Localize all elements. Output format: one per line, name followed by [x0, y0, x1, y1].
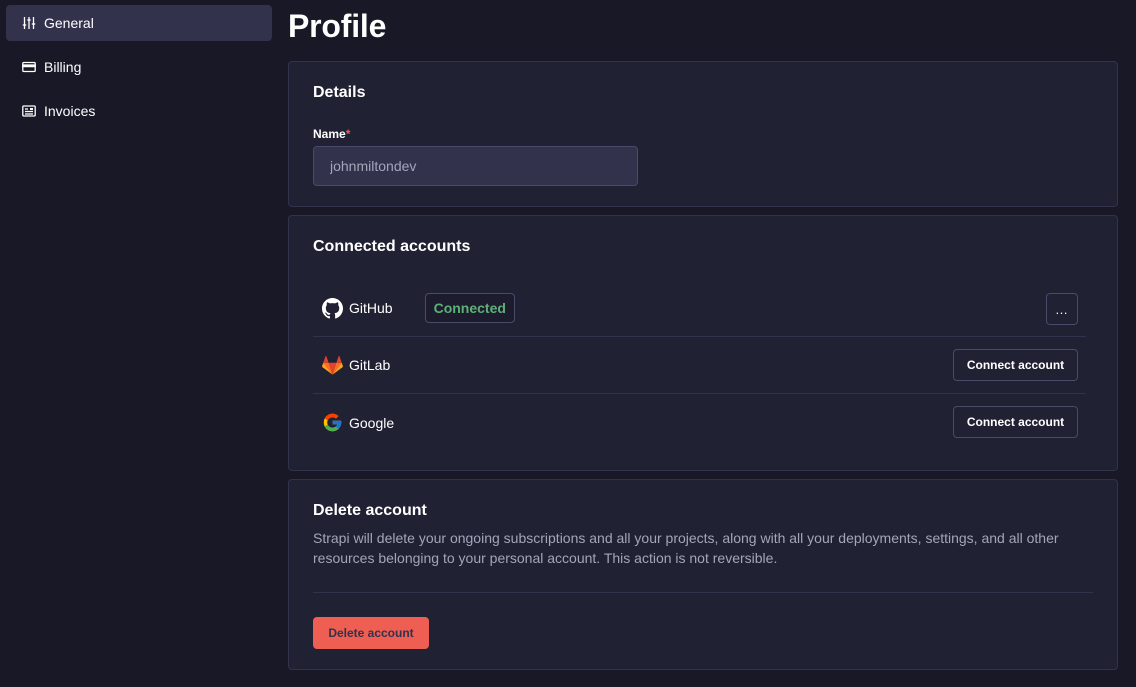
connect-google-button[interactable]: Connect account	[953, 406, 1078, 438]
details-card: Details Name*	[288, 61, 1118, 207]
connected-accounts-card: Connected accounts GitHub Connected … Gi…	[288, 215, 1118, 471]
sliders-icon	[22, 16, 36, 30]
page-title: Profile	[288, 8, 387, 44]
account-name: Google	[349, 414, 395, 431]
more-icon: …	[1055, 301, 1069, 317]
sidebar-item-billing[interactable]: Billing	[6, 49, 272, 85]
account-row-google: Google Connect account	[313, 394, 1086, 451]
account-row-github: GitHub Connected …	[313, 280, 1086, 337]
sidebar-item-label: Billing	[44, 59, 82, 75]
sidebar-item-label: Invoices	[44, 103, 96, 119]
sidebar: General Billing Invoices	[0, 0, 280, 687]
gitlab-icon	[321, 354, 343, 376]
account-name: GitLab	[349, 357, 391, 373]
delete-account-button[interactable]: Delete account	[313, 617, 429, 649]
details-title: Details	[313, 84, 366, 101]
delete-account-title: Delete account	[313, 502, 427, 519]
google-icon	[321, 412, 343, 434]
invoice-icon	[22, 104, 36, 118]
name-input[interactable]	[313, 146, 638, 186]
delete-account-card: Delete account Strapi will delete your o…	[288, 479, 1118, 670]
connect-gitlab-button[interactable]: Connect account	[953, 349, 1078, 381]
delete-account-description: Strapi will delete your ongoing subscrip…	[313, 530, 1059, 566]
sidebar-item-invoices[interactable]: Invoices	[6, 93, 272, 129]
sidebar-item-general[interactable]: General	[6, 5, 272, 41]
divider	[313, 592, 1093, 593]
account-name: GitHub	[349, 300, 393, 316]
connected-status-badge: Connected	[424, 293, 515, 323]
required-mark: *	[345, 127, 351, 141]
account-row-gitlab: GitLab Connect account	[313, 337, 1086, 394]
credit-card-icon	[22, 60, 36, 74]
connected-accounts-title: Connected accounts	[313, 238, 471, 255]
sidebar-item-label: General	[44, 15, 94, 31]
github-icon	[321, 297, 343, 319]
more-options-button[interactable]: …	[1046, 293, 1078, 325]
name-label: Name*	[313, 127, 350, 141]
name-label-text: Name	[313, 127, 346, 141]
